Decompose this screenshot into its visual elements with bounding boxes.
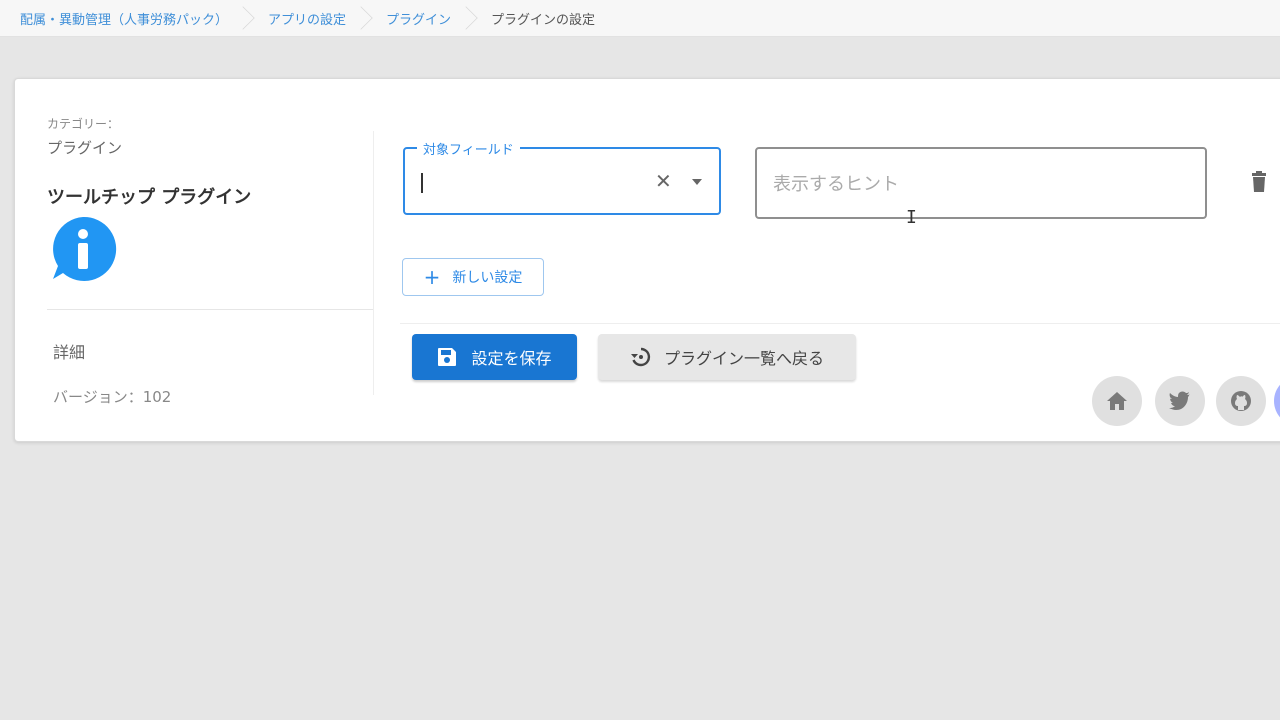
category-label: カテゴリー：	[47, 117, 120, 131]
home-button[interactable]	[1092, 376, 1142, 426]
column-divider	[373, 131, 374, 395]
breadcrumb-link-app-settings[interactable]: アプリの設定	[268, 9, 346, 28]
breadcrumb-current-label: プラグインの設定	[491, 12, 596, 28]
github-icon	[1231, 391, 1251, 411]
breadcrumb-link-plugins[interactable]: プラグイン	[386, 9, 451, 28]
breadcrumb: 配属・異動管理（人事労務パック） アプリの設定 プラグイン プラグインの設定	[0, 0, 1280, 37]
back-button-label: プラグイン一覧へ戻る	[663, 349, 824, 368]
target-field-select[interactable]: 対象フィールド ✕	[403, 139, 721, 215]
breadcrumb-item-plugins[interactable]: プラグイン	[366, 0, 471, 36]
dropdown-arrow-icon[interactable]	[692, 179, 702, 185]
detail-link[interactable]: 詳細	[53, 339, 85, 363]
plugin-title: ツールチップ プラグイン	[47, 187, 252, 208]
category-value: プラグイン	[47, 139, 123, 157]
twitter-button[interactable]	[1155, 376, 1205, 426]
breadcrumb-item-app[interactable]: 配属・異動管理（人事労務パック）	[0, 0, 248, 36]
breadcrumb-item-app-settings[interactable]: アプリの設定	[248, 0, 366, 36]
section-divider	[400, 323, 1280, 324]
hint-field[interactable]	[755, 147, 1207, 219]
new-setting-button[interactable]: + 新しい設定	[402, 258, 544, 296]
back-to-plugin-list-button[interactable]: プラグイン一覧へ戻る	[598, 334, 856, 380]
plugin-info-panel: カテゴリー： プラグイン ツールチップ プラグイン 詳細 バージョン：102	[15, 79, 375, 441]
history-icon	[630, 347, 651, 367]
info-circle-icon	[53, 216, 117, 281]
github-button[interactable]	[1216, 376, 1266, 426]
extra-icon-button[interactable]	[1274, 376, 1280, 426]
text-caret	[421, 173, 423, 193]
panel-divider	[47, 309, 373, 310]
new-setting-label: 新しい設定	[452, 270, 523, 286]
save-button-label: 設定を保存	[471, 349, 552, 368]
trash-icon[interactable]	[1250, 171, 1268, 193]
plus-icon: +	[423, 265, 441, 289]
breadcrumb-item-current: プラグインの設定	[471, 0, 615, 36]
floppy-disk-icon	[438, 348, 457, 366]
text-cursor-icon: I	[906, 207, 917, 228]
plugin-settings-card: カテゴリー： プラグイン ツールチップ プラグイン 詳細 バージョン：102 対…	[14, 78, 1280, 442]
target-field-label: 対象フィールド	[417, 139, 520, 158]
home-icon	[1107, 392, 1127, 410]
clear-icon[interactable]: ✕	[655, 169, 672, 193]
hint-input[interactable]	[771, 167, 1175, 201]
twitter-icon	[1169, 391, 1190, 410]
version-label: バージョン：102	[53, 388, 172, 406]
breadcrumb-link-app[interactable]: 配属・異動管理（人事労務パック）	[20, 9, 228, 28]
save-settings-button[interactable]: 設定を保存	[412, 334, 577, 380]
